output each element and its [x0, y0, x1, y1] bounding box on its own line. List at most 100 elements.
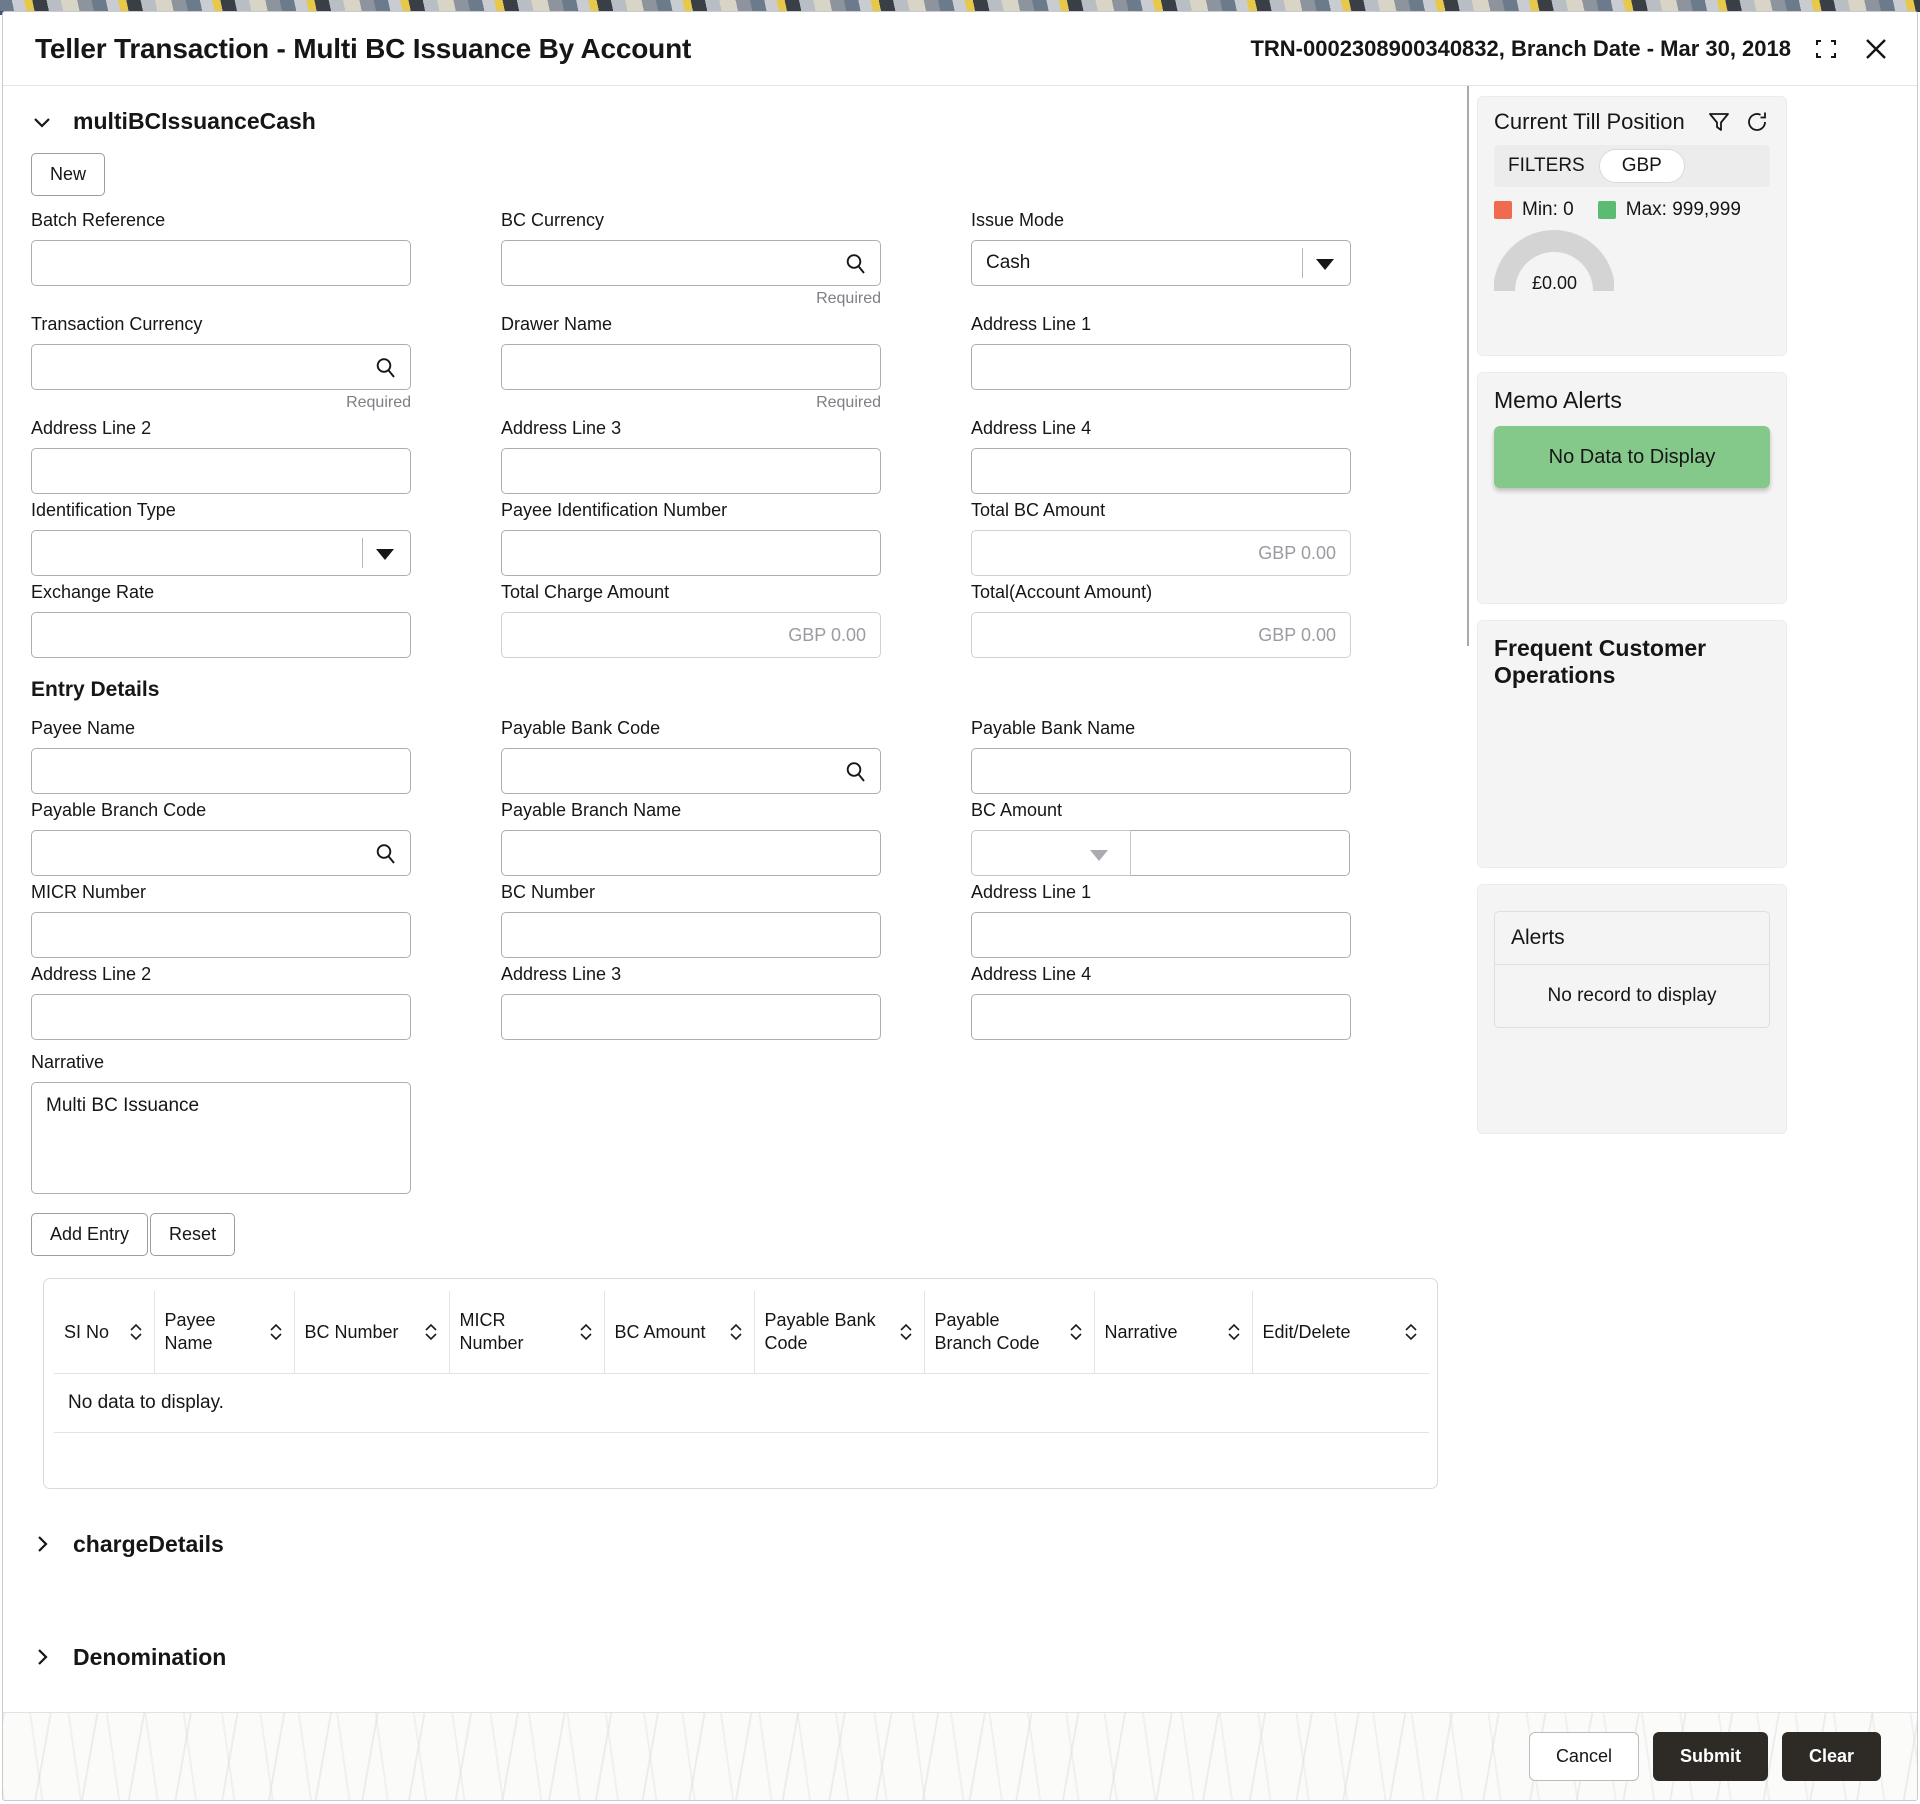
col-payable-bank-code[interactable]: Payable Bank Code [754, 1291, 924, 1373]
field-payee-name: Payee Name [31, 718, 501, 794]
payable-bank-code-input[interactable] [501, 748, 881, 794]
address-line-1-input[interactable] [971, 344, 1351, 390]
sort-icon[interactable] [728, 1321, 744, 1343]
drawer-name-input[interactable] [501, 344, 881, 390]
bc-currency-helper: Required [501, 290, 881, 308]
search-icon[interactable] [844, 252, 868, 276]
sort-icon[interactable] [1403, 1321, 1419, 1343]
cancel-button[interactable]: Cancel [1529, 1732, 1639, 1781]
entry-address-line-2-label: Address Line 2 [31, 964, 501, 985]
transaction-currency-input[interactable] [31, 344, 411, 390]
sort-icon[interactable] [1068, 1321, 1084, 1343]
clear-button[interactable]: Clear [1782, 1732, 1881, 1781]
bc-currency-input[interactable] [501, 240, 881, 286]
payee-identification-number-input[interactable] [501, 530, 881, 576]
content-scrollbar[interactable] [1467, 86, 1469, 646]
close-icon[interactable] [1861, 34, 1891, 64]
reset-button[interactable]: Reset [150, 1213, 235, 1256]
min-label: Min: 0 [1522, 199, 1574, 221]
accordion-charge-details[interactable]: chargeDetails [3, 1515, 1469, 1573]
col-label: MICR Number [460, 1309, 572, 1354]
entry-address-line-2-input[interactable] [31, 994, 411, 1040]
bc-amount-input[interactable] [1130, 830, 1350, 876]
bc-amount-currency-select[interactable] [971, 830, 1131, 876]
sort-icon[interactable] [1226, 1321, 1242, 1343]
sort-icon[interactable] [268, 1321, 284, 1343]
field-entry-address-line-3: Address Line 3 [501, 964, 971, 1040]
sort-icon[interactable] [578, 1321, 594, 1343]
col-micr-number[interactable]: MICR Number [449, 1291, 604, 1373]
sort-icon[interactable] [128, 1321, 144, 1343]
min-swatch [1494, 201, 1512, 219]
field-address-line-4: Address Line 4 [971, 418, 1441, 494]
micr-number-input[interactable] [31, 912, 411, 958]
search-icon[interactable] [374, 842, 398, 866]
bc-number-label: BC Number [501, 882, 971, 903]
identification-type-select[interactable] [31, 530, 411, 576]
chevron-right-icon [31, 1533, 53, 1555]
entry-address-line-4-label: Address Line 4 [971, 964, 1441, 985]
entries-table-head: SI No Payee Name [54, 1291, 1429, 1373]
search-icon[interactable] [844, 760, 868, 784]
entry-action-buttons: Add Entry Reset [3, 1213, 1469, 1256]
field-payable-bank-name: Payable Bank Name [971, 718, 1441, 794]
submit-button[interactable]: Submit [1653, 1732, 1768, 1781]
memo-alerts-title: Memo Alerts [1494, 387, 1770, 414]
accordion-multibcissuancecash[interactable]: multiBCIssuanceCash [3, 108, 1469, 135]
main-form-column: multiBCIssuanceCash New Batch Reference … [3, 86, 1469, 1716]
address-line-3-label: Address Line 3 [501, 418, 971, 439]
till-position-title: Current Till Position [1494, 109, 1685, 135]
currency-chip-gbp[interactable]: GBP [1599, 149, 1685, 183]
frequent-customer-operations-title: Frequent Customer Operations [1494, 635, 1770, 689]
till-position-actions [1706, 109, 1770, 135]
search-icon[interactable] [374, 356, 398, 380]
memo-alerts-banner[interactable]: No Data to Display [1494, 426, 1770, 488]
filter-icon[interactable] [1706, 109, 1732, 135]
entry-address-line-1-label: Address Line 1 [971, 882, 1441, 903]
entry-address-line-3-label: Address Line 3 [501, 964, 971, 985]
payee-name-input[interactable] [31, 748, 411, 794]
field-issue-mode: Issue Mode [971, 210, 1441, 308]
entries-table: SI No Payee Name [54, 1291, 1429, 1458]
col-narrative[interactable]: Narrative [1094, 1291, 1252, 1373]
address-line-4-input[interactable] [971, 448, 1351, 494]
payable-branch-name-input[interactable] [501, 830, 881, 876]
refresh-icon[interactable] [1744, 109, 1770, 135]
batch-reference-input[interactable] [31, 240, 411, 286]
col-payee-name[interactable]: Payee Name [154, 1291, 294, 1373]
address-line-3-input[interactable] [501, 448, 881, 494]
sort-icon[interactable] [423, 1321, 439, 1343]
field-micr-number: MICR Number [31, 882, 501, 958]
field-payable-branch-name: Payable Branch Name [501, 800, 971, 876]
issue-mode-select[interactable] [971, 240, 1351, 286]
address-line-2-input[interactable] [31, 448, 411, 494]
alerts-empty-message: No record to display [1495, 965, 1769, 1027]
col-payable-branch-code[interactable]: Payable Branch Code [924, 1291, 1094, 1373]
col-edit-delete[interactable]: Edit/Delete [1252, 1291, 1429, 1373]
frequent-customer-operations-card: Frequent Customer Operations [1477, 620, 1787, 868]
bc-currency-label: BC Currency [501, 210, 971, 231]
add-entry-button[interactable]: Add Entry [31, 1213, 148, 1256]
new-button[interactable]: New [31, 153, 105, 196]
payable-bank-name-input[interactable] [971, 748, 1351, 794]
exchange-rate-input[interactable] [31, 612, 411, 658]
accordion-title: multiBCIssuanceCash [73, 108, 316, 135]
field-payee-identification-number: Payee Identification Number [501, 500, 971, 576]
restore-icon[interactable] [1813, 36, 1839, 62]
payable-branch-code-input[interactable] [31, 830, 411, 876]
total-bc-amount-input [971, 530, 1351, 576]
exchange-rate-label: Exchange Rate [31, 582, 501, 603]
total-bc-amount-label: Total BC Amount [971, 500, 1441, 521]
col-bc-amount[interactable]: BC Amount [604, 1291, 754, 1373]
narrative-textarea[interactable] [31, 1082, 411, 1194]
entry-address-line-3-input[interactable] [501, 994, 881, 1040]
entry-address-line-4-input[interactable] [971, 994, 1351, 1040]
sort-icon[interactable] [898, 1321, 914, 1343]
entry-address-line-1-input[interactable] [971, 912, 1351, 958]
col-si-no[interactable]: SI No [54, 1291, 154, 1373]
accordion-denomination[interactable]: Denomination [3, 1628, 226, 1686]
bc-number-input[interactable] [501, 912, 881, 958]
till-position-header: Current Till Position [1494, 109, 1770, 135]
entry-details-heading: Entry Details [3, 678, 1469, 702]
col-bc-number[interactable]: BC Number [294, 1291, 449, 1373]
